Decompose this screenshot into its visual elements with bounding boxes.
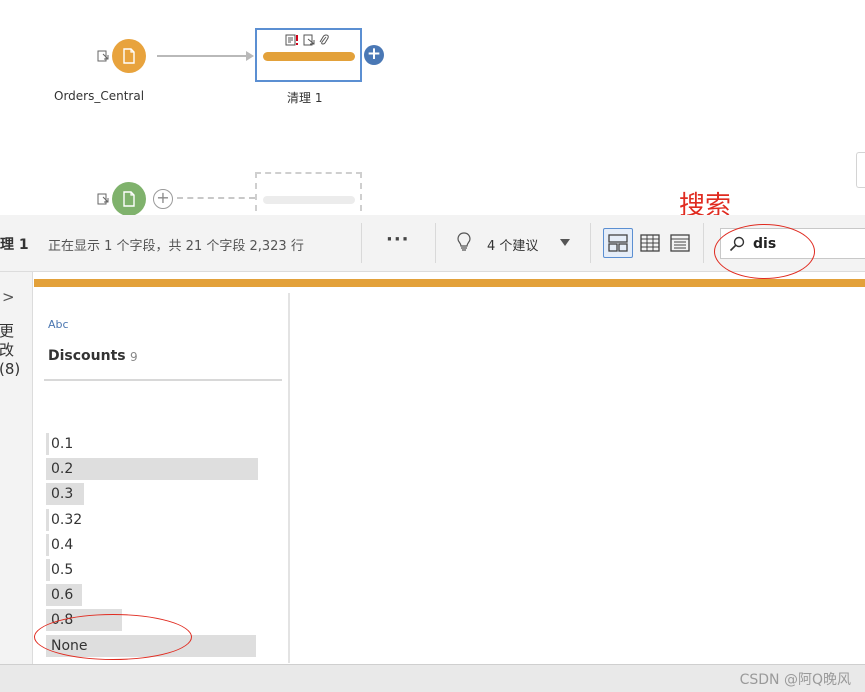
data-type-tag[interactable]: Abc bbox=[48, 318, 69, 331]
step-title-text: 清理 1 bbox=[0, 237, 29, 253]
right-edge-tab[interactable] bbox=[856, 152, 865, 188]
clean-step-status-icons bbox=[285, 34, 329, 46]
file-icon bbox=[123, 191, 135, 207]
clean-step-node[interactable] bbox=[255, 28, 362, 82]
suggestions-button[interactable]: 4 个建议 bbox=[487, 235, 538, 254]
output-icon bbox=[303, 34, 315, 46]
search-annotation: 搜索 bbox=[679, 191, 732, 215]
file-icon bbox=[123, 48, 135, 64]
value-bar bbox=[46, 533, 49, 556]
orders-central-node[interactable] bbox=[112, 39, 146, 73]
orders-central-label: Orders_Central bbox=[54, 89, 145, 103]
value-bar bbox=[46, 508, 49, 531]
value-bar bbox=[46, 433, 49, 455]
watermark: CSDN @阿Q晚风 bbox=[739, 672, 851, 688]
changes-warning-icon bbox=[285, 34, 298, 46]
value-label: None bbox=[51, 637, 88, 654]
pane-divider bbox=[289, 293, 290, 663]
more-options-button[interactable]: ··· bbox=[386, 229, 410, 250]
attachment-icon bbox=[319, 34, 329, 45]
profile-view-icon bbox=[608, 234, 628, 252]
value-label: 0.32 bbox=[51, 511, 83, 528]
table-view-button[interactable] bbox=[635, 228, 665, 258]
chevron-right-icon[interactable]: > bbox=[2, 288, 15, 306]
value-label: 0.5 bbox=[51, 562, 74, 578]
value-row[interactable]: 0.4 bbox=[46, 533, 281, 556]
clean-step-bar bbox=[263, 52, 355, 61]
field-name[interactable]: Discounts bbox=[48, 348, 126, 364]
value-label: 0.6 bbox=[51, 587, 74, 604]
list-view-button[interactable] bbox=[665, 228, 695, 258]
value-row[interactable]: None bbox=[46, 634, 281, 657]
lightbulb-icon[interactable] bbox=[456, 232, 472, 252]
field-summary: 正在显示 1 个字段，共 21 个字段 2,323 行 bbox=[48, 239, 304, 254]
field-search-box[interactable] bbox=[720, 228, 865, 259]
input-step-icon-2 bbox=[97, 193, 109, 205]
profile-toolbar: 清理 1 正在显示 1 个字段，共 21 个字段 2,323 行 ··· 4 个… bbox=[0, 215, 865, 272]
clean-step-label: 清理 1 bbox=[287, 91, 323, 105]
toolbar-divider bbox=[703, 223, 704, 263]
flow-canvas[interactable]: Orders_Central + 清理 1 + 搜索 bbox=[0, 0, 865, 215]
field-profile-card[interactable]: Abc Discounts 9 0.1 0.2 0.3 0.32 0.4 0.5 0.6 0.… bbox=[36, 293, 289, 663]
toolbar-divider bbox=[361, 223, 362, 263]
value-label: 0.2 bbox=[51, 461, 74, 478]
value-row[interactable]: 0.8 bbox=[46, 609, 281, 632]
flow-connector bbox=[157, 55, 249, 57]
add-step-outline-button[interactable]: + bbox=[153, 189, 173, 209]
second-input-node[interactable] bbox=[112, 182, 146, 215]
connector-arrow-icon bbox=[246, 51, 254, 61]
placeholder-step bbox=[255, 172, 362, 215]
value-label: 0.1 bbox=[51, 436, 74, 452]
changes-label[interactable]: 更改(8) bbox=[0, 322, 20, 379]
value-row[interactable]: 0.1 bbox=[46, 433, 281, 455]
value-row[interactable]: 0.6 bbox=[46, 584, 281, 607]
search-input[interactable] bbox=[753, 234, 853, 254]
toolbar-divider bbox=[435, 223, 436, 263]
value-bar bbox=[46, 458, 258, 481]
chevron-down-icon[interactable] bbox=[560, 239, 570, 246]
card-divider bbox=[44, 379, 282, 381]
list-view-icon bbox=[670, 234, 690, 252]
value-label: 0.4 bbox=[51, 536, 74, 553]
value-bar bbox=[46, 559, 50, 581]
profile-pane: Abc Discounts 9 0.1 0.2 0.3 0.32 0.4 0.5 0.6 0.… bbox=[34, 279, 865, 664]
search-icon bbox=[729, 236, 745, 252]
status-strip: CSDN @阿Q晚风 bbox=[0, 664, 865, 692]
placeholder-step-bar bbox=[263, 196, 355, 204]
toolbar-divider bbox=[590, 223, 591, 263]
value-row[interactable]: 0.5 bbox=[46, 559, 281, 581]
value-row[interactable]: 0.2 bbox=[46, 458, 281, 481]
add-step-button[interactable]: + bbox=[364, 45, 384, 65]
input-step-icon bbox=[97, 50, 109, 62]
step-title: 清理 1 bbox=[0, 234, 29, 254]
field-value-count: 9 bbox=[130, 350, 138, 364]
placeholder-connector bbox=[177, 197, 255, 199]
value-label: 0.3 bbox=[51, 486, 74, 503]
value-row[interactable]: 0.3 bbox=[46, 483, 281, 506]
profile-view-button[interactable] bbox=[603, 228, 633, 258]
value-row[interactable]: 0.32 bbox=[46, 508, 281, 531]
value-label: 0.8 bbox=[51, 612, 74, 629]
table-view-icon bbox=[640, 234, 660, 252]
changes-side-panel[interactable]: > 更改(8) bbox=[0, 272, 33, 664]
